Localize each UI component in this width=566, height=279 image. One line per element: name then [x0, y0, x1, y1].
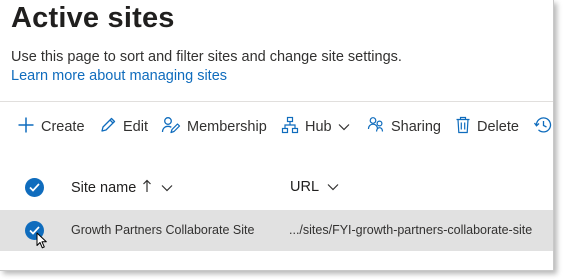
- delete-label: Delete: [477, 119, 519, 135]
- pencil-icon: [99, 116, 117, 138]
- page-description: Use this page to sort and filter sites a…: [11, 49, 402, 65]
- sharing-button[interactable]: Sharing: [367, 111, 441, 143]
- url-header-label: URL: [290, 179, 320, 195]
- chevron-down-icon: [161, 180, 173, 196]
- delete-button[interactable]: Delete: [455, 111, 519, 143]
- sharing-icon: [367, 116, 385, 138]
- url-cell: .../sites/FYI-growth-partners-collaborat…: [289, 223, 533, 237]
- site-name-cell[interactable]: Growth Partners Collaborate Site: [71, 223, 254, 237]
- command-bar: Create Edit Membership Hub Sharing Delet…: [0, 111, 553, 143]
- mouse-cursor-icon: [36, 232, 48, 254]
- trash-icon: [455, 116, 471, 138]
- history-icon: [533, 116, 553, 138]
- create-label: Create: [41, 119, 85, 135]
- edit-label: Edit: [123, 119, 148, 135]
- hub-button[interactable]: Hub: [281, 111, 350, 143]
- chevron-down-icon: [338, 119, 350, 135]
- membership-icon: [161, 116, 181, 138]
- page-title: Active sites: [11, 2, 175, 34]
- active-sites-panel: Active sites Use this page to sort and f…: [0, 0, 554, 271]
- membership-button[interactable]: Membership: [161, 111, 267, 143]
- edit-button[interactable]: Edit: [99, 111, 148, 143]
- create-button[interactable]: Create: [17, 111, 85, 143]
- membership-label: Membership: [187, 119, 267, 135]
- column-header-site-name[interactable]: Site name: [71, 179, 173, 197]
- table-header: Site name URL: [0, 171, 553, 203]
- learn-more-link[interactable]: Learn more about managing sites: [11, 68, 227, 84]
- plus-icon: [17, 116, 35, 138]
- sort-ascending-icon: [142, 179, 152, 197]
- select-all-checkbox[interactable]: [25, 178, 44, 197]
- site-name-header-label: Site name: [71, 180, 137, 196]
- chevron-down-icon: [327, 179, 339, 195]
- hub-label: Hub: [305, 119, 332, 135]
- history-button[interactable]: [533, 111, 553, 143]
- checkmark-icon: [29, 179, 40, 197]
- hub-icon: [281, 116, 299, 138]
- sharing-label: Sharing: [391, 119, 441, 135]
- column-header-url[interactable]: URL: [290, 179, 339, 195]
- table-row[interactable]: Growth Partners Collaborate Site .../sit…: [0, 210, 553, 251]
- divider: [0, 101, 553, 102]
